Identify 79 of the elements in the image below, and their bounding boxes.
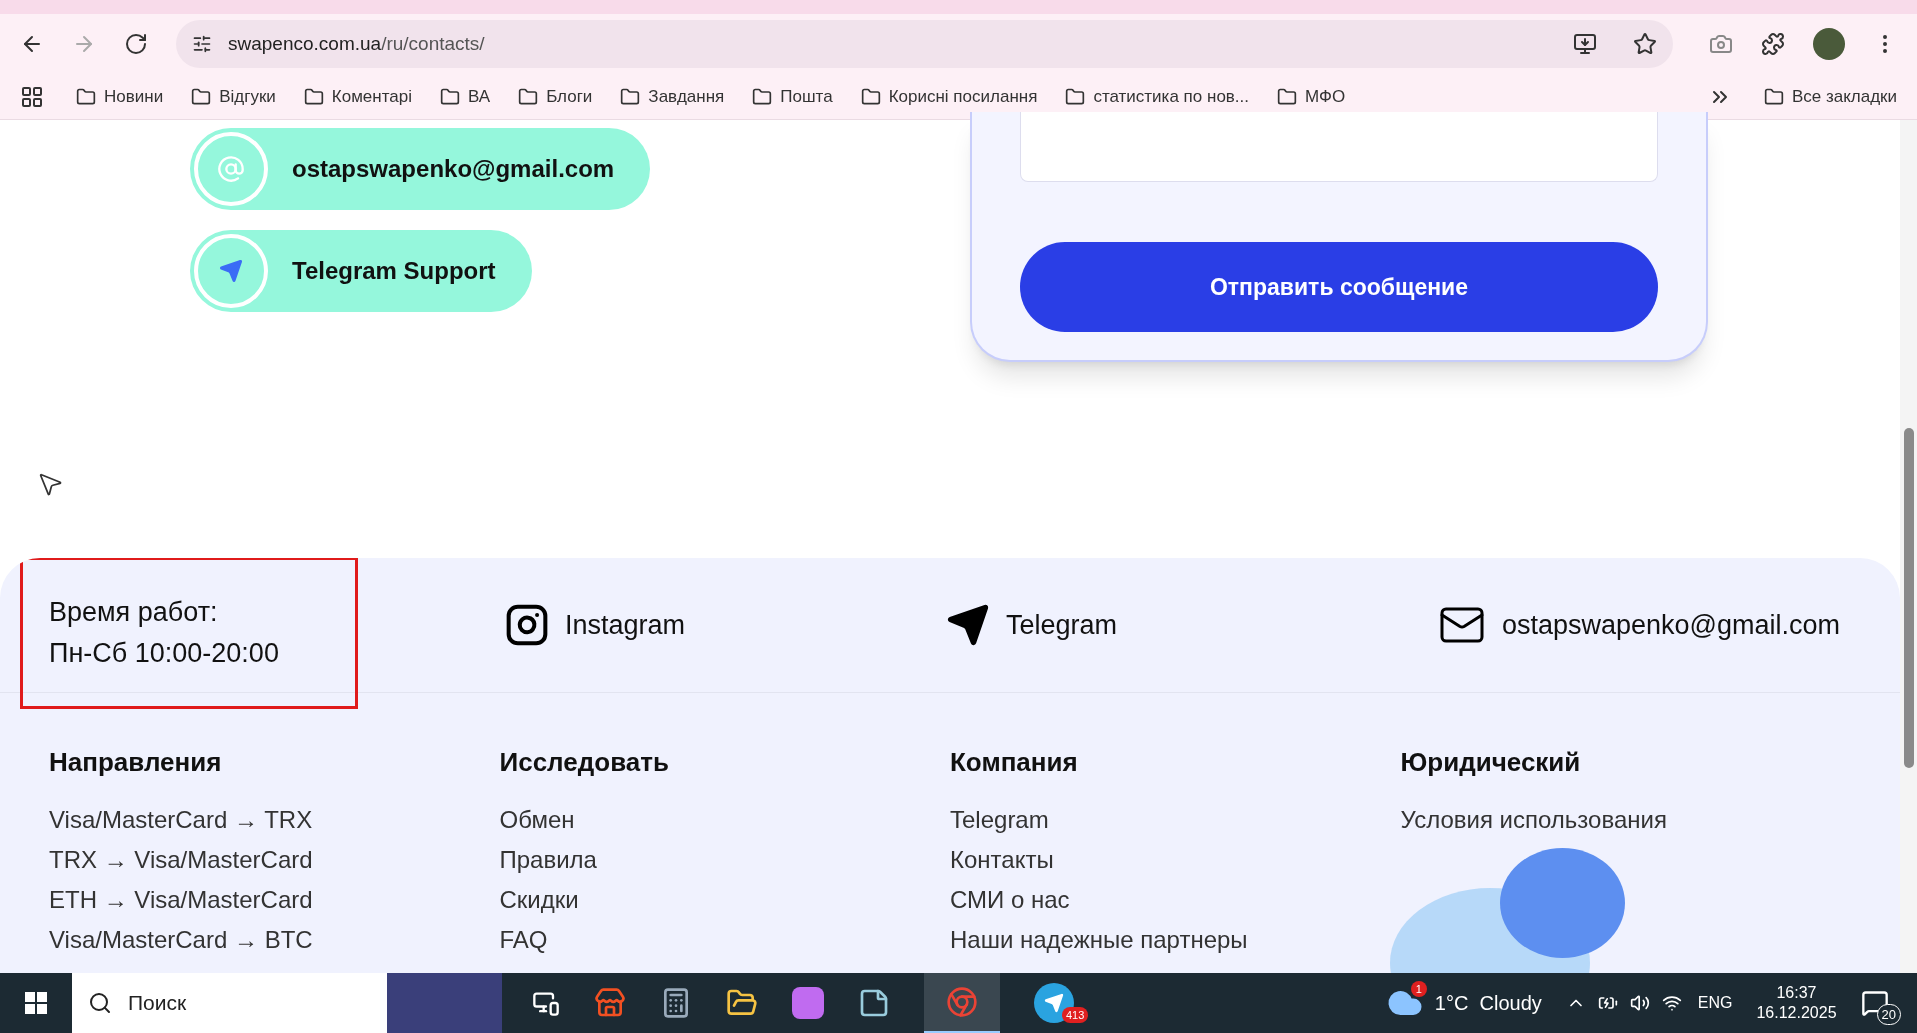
notes-icon[interactable] <box>858 987 890 1019</box>
working-hours-text: Пн-Сб 10:00-20:00 <box>49 636 280 670</box>
footer-link[interactable]: ETH → Visa/MasterCard <box>49 880 313 920</box>
bookmark-item[interactable]: Пошта <box>752 83 833 110</box>
search-icon <box>88 991 112 1015</box>
footer-link[interactable]: FAQ <box>499 920 548 960</box>
folder-icon <box>1065 86 1086 107</box>
bookmark-item[interactable]: Блоги <box>518 83 593 110</box>
unread-badge: 413 <box>1062 1006 1089 1023</box>
working-hours-text: Время работ: <box>49 596 219 629</box>
instagram-icon <box>505 603 549 647</box>
footer-link[interactable]: TRX → Visa/MasterCard <box>49 840 313 880</box>
footer-link[interactable]: Контакты <box>950 840 1054 880</box>
footer-link[interactable]: Правила <box>499 840 597 880</box>
site-settings-icon[interactable] <box>192 34 212 54</box>
social-link[interactable]: Telegram <box>945 603 1117 647</box>
column-heading: Исследовать <box>499 746 670 779</box>
footer-link[interactable]: Скидки <box>499 880 579 920</box>
bookmark-item[interactable]: Все закладки <box>1763 83 1897 110</box>
footer-link[interactable]: Telegram <box>950 800 1049 840</box>
folder-icon <box>76 86 96 107</box>
apps-icon[interactable] <box>20 84 44 109</box>
contact-pill[interactable]: ostapswapenko@gmail.com <box>190 128 651 210</box>
folder-icon <box>752 86 773 107</box>
send-message-button[interactable]: Отправить сообщение <box>1020 242 1658 332</box>
notification-count: 20 <box>1876 1003 1901 1025</box>
address-bar[interactable]: swapenco.com.ua/ru/contacts/ <box>176 20 1673 68</box>
bookmark-item[interactable]: Відгуки <box>191 83 276 110</box>
bookmark-item[interactable]: Новини <box>76 83 164 110</box>
weather-text[interactable]: 1°C Cloudy <box>1434 988 1542 1018</box>
column-heading: Компания <box>950 746 1079 779</box>
contact-pill[interactable]: Telegram Support <box>190 230 532 312</box>
bookmark-item[interactable]: Завдання <box>620 83 725 110</box>
folder-icon <box>303 86 324 107</box>
wifi-icon[interactable] <box>1661 993 1682 1013</box>
bookmark-item[interactable]: МФО <box>1277 83 1346 110</box>
paper-plane-icon <box>219 259 243 283</box>
footer-link[interactable]: Visa/MasterCard → TRX <box>49 800 313 840</box>
folder-icon <box>620 86 641 107</box>
bookmark-item[interactable]: Коментарі <box>303 83 412 110</box>
contact-label: Telegram Support <box>292 256 496 286</box>
reload-icon[interactable] <box>124 32 148 56</box>
column-heading: Направления <box>49 746 223 779</box>
footer-link[interactable]: Обмен <box>499 800 575 840</box>
column-heading: Юридический <box>1400 746 1582 779</box>
url-text: swapenco.com.ua/ru/contacts/ <box>228 31 486 56</box>
folder-icon <box>518 86 539 107</box>
folder-icon <box>1763 86 1784 107</box>
folder-icon <box>860 86 881 107</box>
weather-badge: 1 <box>1410 981 1427 997</box>
folder-icon <box>191 86 212 107</box>
speaker-icon[interactable] <box>1629 993 1650 1013</box>
camera-icon[interactable] <box>1709 32 1733 56</box>
social-link[interactable]: ostapswapenko@gmail.com <box>1437 601 1840 649</box>
footer-link[interactable]: Наши надежные партнеры <box>950 920 1248 960</box>
copilot-icon[interactable] <box>792 987 824 1019</box>
bookmark-item[interactable]: ВА <box>440 83 491 110</box>
footer-link[interactable]: Visa/MasterCard → BTC <box>49 920 313 960</box>
bookmark-item[interactable]: статистика по нов... <box>1065 83 1250 110</box>
language-indicator[interactable]: ENG <box>1697 991 1733 1015</box>
folder-icon <box>1277 86 1298 107</box>
bookmark-item[interactable]: Корисні посилання <box>860 83 1038 110</box>
paper-plane-icon <box>945 603 990 647</box>
install-icon[interactable] <box>1573 32 1597 56</box>
contact-label: ostapswapenko@gmail.com <box>292 154 615 184</box>
browser-icon <box>946 986 978 1018</box>
at-sign-icon <box>217 155 245 183</box>
chrome-taskbar-button[interactable] <box>924 973 1000 1033</box>
paper-plane-icon <box>1044 993 1064 1013</box>
clock[interactable]: 16:37 16.12.2025 <box>1756 983 1837 1023</box>
footer-link[interactable]: СМИ о нас <box>950 880 1070 920</box>
extensions-icon[interactable] <box>1761 32 1785 56</box>
footer-link[interactable]: Условия использования <box>1400 800 1667 840</box>
bookmark-star-icon[interactable] <box>1633 32 1657 56</box>
profile-avatar[interactable] <box>1813 28 1845 60</box>
folder-icon <box>440 86 460 107</box>
social-link[interactable]: Instagram <box>505 603 686 647</box>
store-icon[interactable] <box>594 987 626 1019</box>
taskbar-search-field[interactable]: Поиск <box>72 973 502 1033</box>
